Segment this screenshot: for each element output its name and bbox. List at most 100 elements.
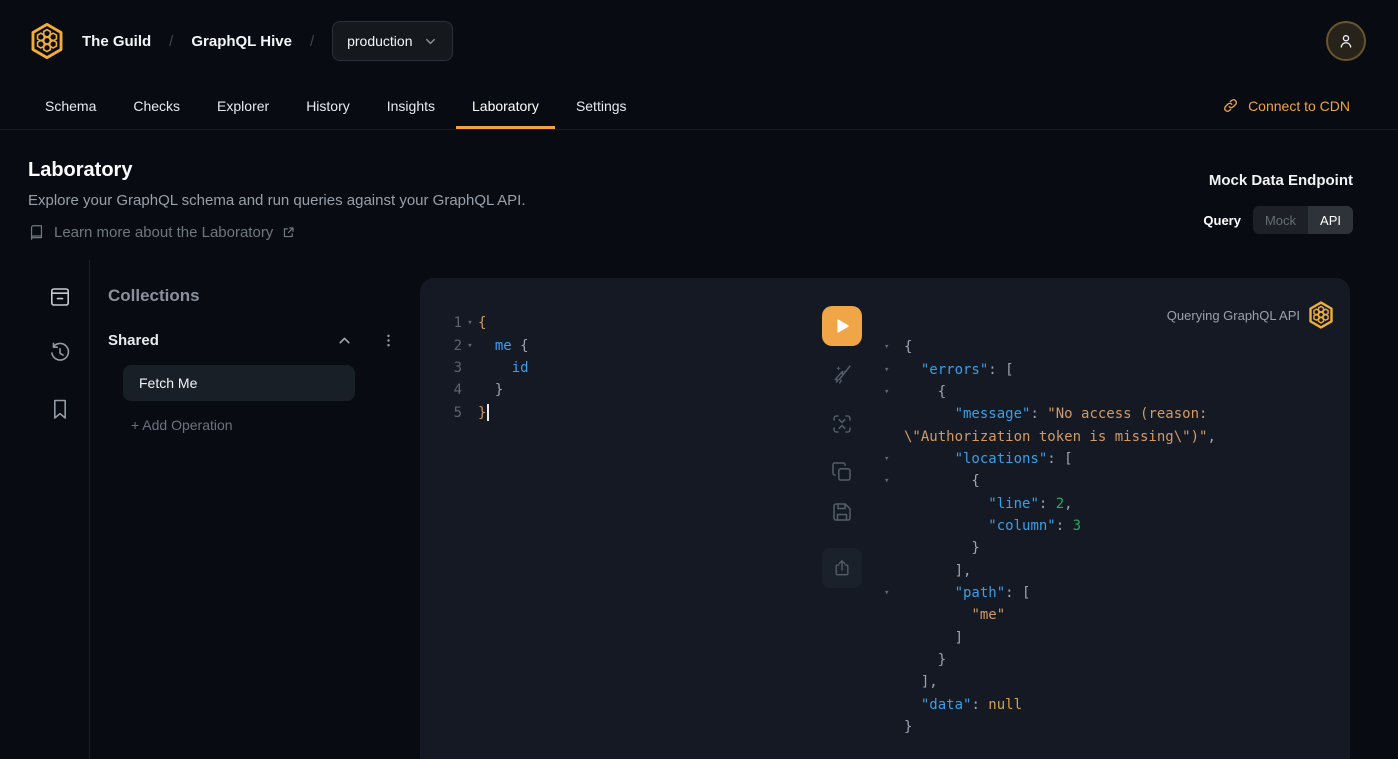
endpoint-option-api[interactable]: API	[1308, 206, 1353, 234]
fold-toggle-icon[interactable]: ▾	[884, 476, 904, 486]
share-operation-button[interactable]	[822, 548, 862, 588]
collections-rail-button[interactable]	[48, 285, 72, 309]
external-link-icon	[282, 226, 295, 239]
collapse-group-button[interactable]	[336, 332, 353, 349]
code-line: 5}	[450, 402, 822, 424]
code-line: "me"	[884, 604, 1334, 626]
add-operation-button[interactable]: + Add Operation	[131, 417, 233, 433]
code-text: "path": [	[904, 585, 1030, 601]
response-panel: Querying GraphQL API	[862, 278, 1350, 759]
chevron-up-icon	[336, 332, 353, 349]
code-line: ▾ {	[884, 470, 1334, 492]
kebab-menu-icon	[381, 333, 396, 348]
code-line: "line": 2,	[884, 492, 1334, 514]
fold-toggle-icon[interactable]: ▾	[884, 588, 904, 598]
tab-settings[interactable]: Settings	[560, 82, 643, 129]
tab-insights[interactable]: Insights	[371, 82, 451, 129]
code-line: }	[884, 649, 1334, 671]
code-text: }	[904, 540, 980, 556]
code-line: ▾ "locations": [	[884, 448, 1334, 470]
person-icon	[1336, 31, 1356, 51]
share-icon	[832, 558, 852, 578]
response-status-label: Querying GraphQL API	[1167, 308, 1300, 323]
history-icon	[48, 341, 72, 365]
fold-toggle-icon[interactable]: ▾	[462, 318, 478, 328]
tab-laboratory[interactable]: Laboratory	[456, 82, 555, 129]
code-line: ▾ "errors": [	[884, 358, 1334, 380]
execute-query-button[interactable]	[822, 306, 862, 346]
connect-cdn-link[interactable]: Connect to CDN	[1222, 82, 1350, 129]
learn-more-label: Learn more about the Laboratory	[54, 224, 273, 241]
response-header: Querying GraphQL API	[884, 302, 1334, 328]
tab-history[interactable]: History	[290, 82, 366, 129]
page-head-right: Mock Data Endpoint Query MockAPI	[1203, 158, 1353, 241]
code-line: "message": "No access (reason:	[884, 403, 1334, 425]
line-number: 4	[450, 382, 462, 398]
code-text: ],	[904, 674, 938, 690]
breadcrumb-org[interactable]: The Guild	[82, 33, 151, 50]
fold-toggle-icon[interactable]: ▾	[462, 341, 478, 351]
app-root: The Guild / GraphQL Hive / production Sc…	[0, 0, 1398, 759]
page-subtitle: Explore your GraphQL schema and run quer…	[28, 191, 526, 211]
code-line: ],	[884, 559, 1334, 581]
endpoint-option-mock[interactable]: Mock	[1253, 206, 1308, 234]
code-line: ]	[884, 626, 1334, 648]
code-line: ▾ {	[884, 381, 1334, 403]
tab-checks[interactable]: Checks	[117, 82, 196, 129]
fold-toggle-icon[interactable]: ▾	[884, 454, 904, 464]
endpoint-toggle-row: Query MockAPI	[1203, 206, 1353, 234]
code-text: \"Authorization token is missing\")",	[904, 429, 1216, 445]
code-line: }	[884, 716, 1334, 738]
line-number: 5	[450, 405, 462, 421]
collection-item[interactable]: Fetch Me	[123, 365, 355, 401]
workspace: Collections Shared Fetch Me + Add Operat…	[0, 260, 1398, 759]
code-line: "column": 3	[884, 515, 1334, 537]
book-icon	[28, 224, 45, 241]
line-number: 2	[450, 338, 462, 354]
link-icon	[1222, 97, 1239, 114]
collections-icon	[48, 285, 72, 309]
copy-query-button[interactable]	[830, 460, 854, 484]
learn-more-link[interactable]: Learn more about the Laboratory	[28, 224, 526, 241]
target-selector[interactable]: production	[332, 21, 452, 61]
tab-explorer[interactable]: Explorer	[201, 82, 285, 129]
save-operation-button[interactable]	[830, 500, 854, 524]
editor-toolbar	[822, 278, 862, 759]
query-label: Query	[1203, 213, 1241, 228]
code-text: }	[478, 382, 503, 398]
breadcrumb-project[interactable]: GraphQL Hive	[191, 33, 292, 50]
code-text: }	[904, 652, 946, 668]
target-selector-value: production	[347, 33, 412, 49]
play-icon	[832, 316, 852, 336]
user-avatar[interactable]	[1326, 21, 1366, 61]
fold-toggle-icon[interactable]: ▾	[884, 342, 904, 352]
code-text: }	[478, 404, 489, 421]
line-number: 3	[450, 360, 462, 376]
code-text: ]	[904, 630, 963, 646]
hive-logo-icon	[30, 22, 64, 60]
hive-logo[interactable]	[30, 22, 64, 60]
code-text: }	[904, 719, 912, 735]
nav-tabs: SchemaChecksExplorerHistoryInsightsLabor…	[29, 82, 643, 129]
group-menu-button[interactable]	[381, 333, 396, 348]
history-rail-button[interactable]	[48, 341, 72, 365]
query-editor[interactable]: 1▾{2▾ me {3 id4 }5}	[420, 278, 822, 759]
breadcrumb: The Guild / GraphQL Hive / production	[30, 21, 453, 61]
line-number: 1	[450, 315, 462, 331]
code-text: {	[904, 473, 980, 489]
fold-toggle-icon[interactable]: ▾	[884, 365, 904, 375]
bookmarks-rail-button[interactable]	[48, 397, 72, 421]
merge-fragments-button[interactable]	[830, 412, 854, 436]
chevron-down-icon	[423, 34, 438, 49]
collections-title: Collections	[108, 286, 396, 306]
code-line: "data": null	[884, 694, 1334, 716]
collection-group-label[interactable]: Shared	[108, 332, 336, 349]
fold-toggle-icon[interactable]: ▾	[884, 387, 904, 397]
code-text: {	[904, 384, 946, 400]
top-header: The Guild / GraphQL Hive / production	[0, 0, 1398, 82]
tab-schema[interactable]: Schema	[29, 82, 112, 129]
code-text: "errors": [	[904, 362, 1014, 378]
code-text: id	[478, 360, 529, 376]
connect-cdn-label: Connect to CDN	[1248, 98, 1350, 114]
prettify-query-button[interactable]	[830, 362, 854, 386]
